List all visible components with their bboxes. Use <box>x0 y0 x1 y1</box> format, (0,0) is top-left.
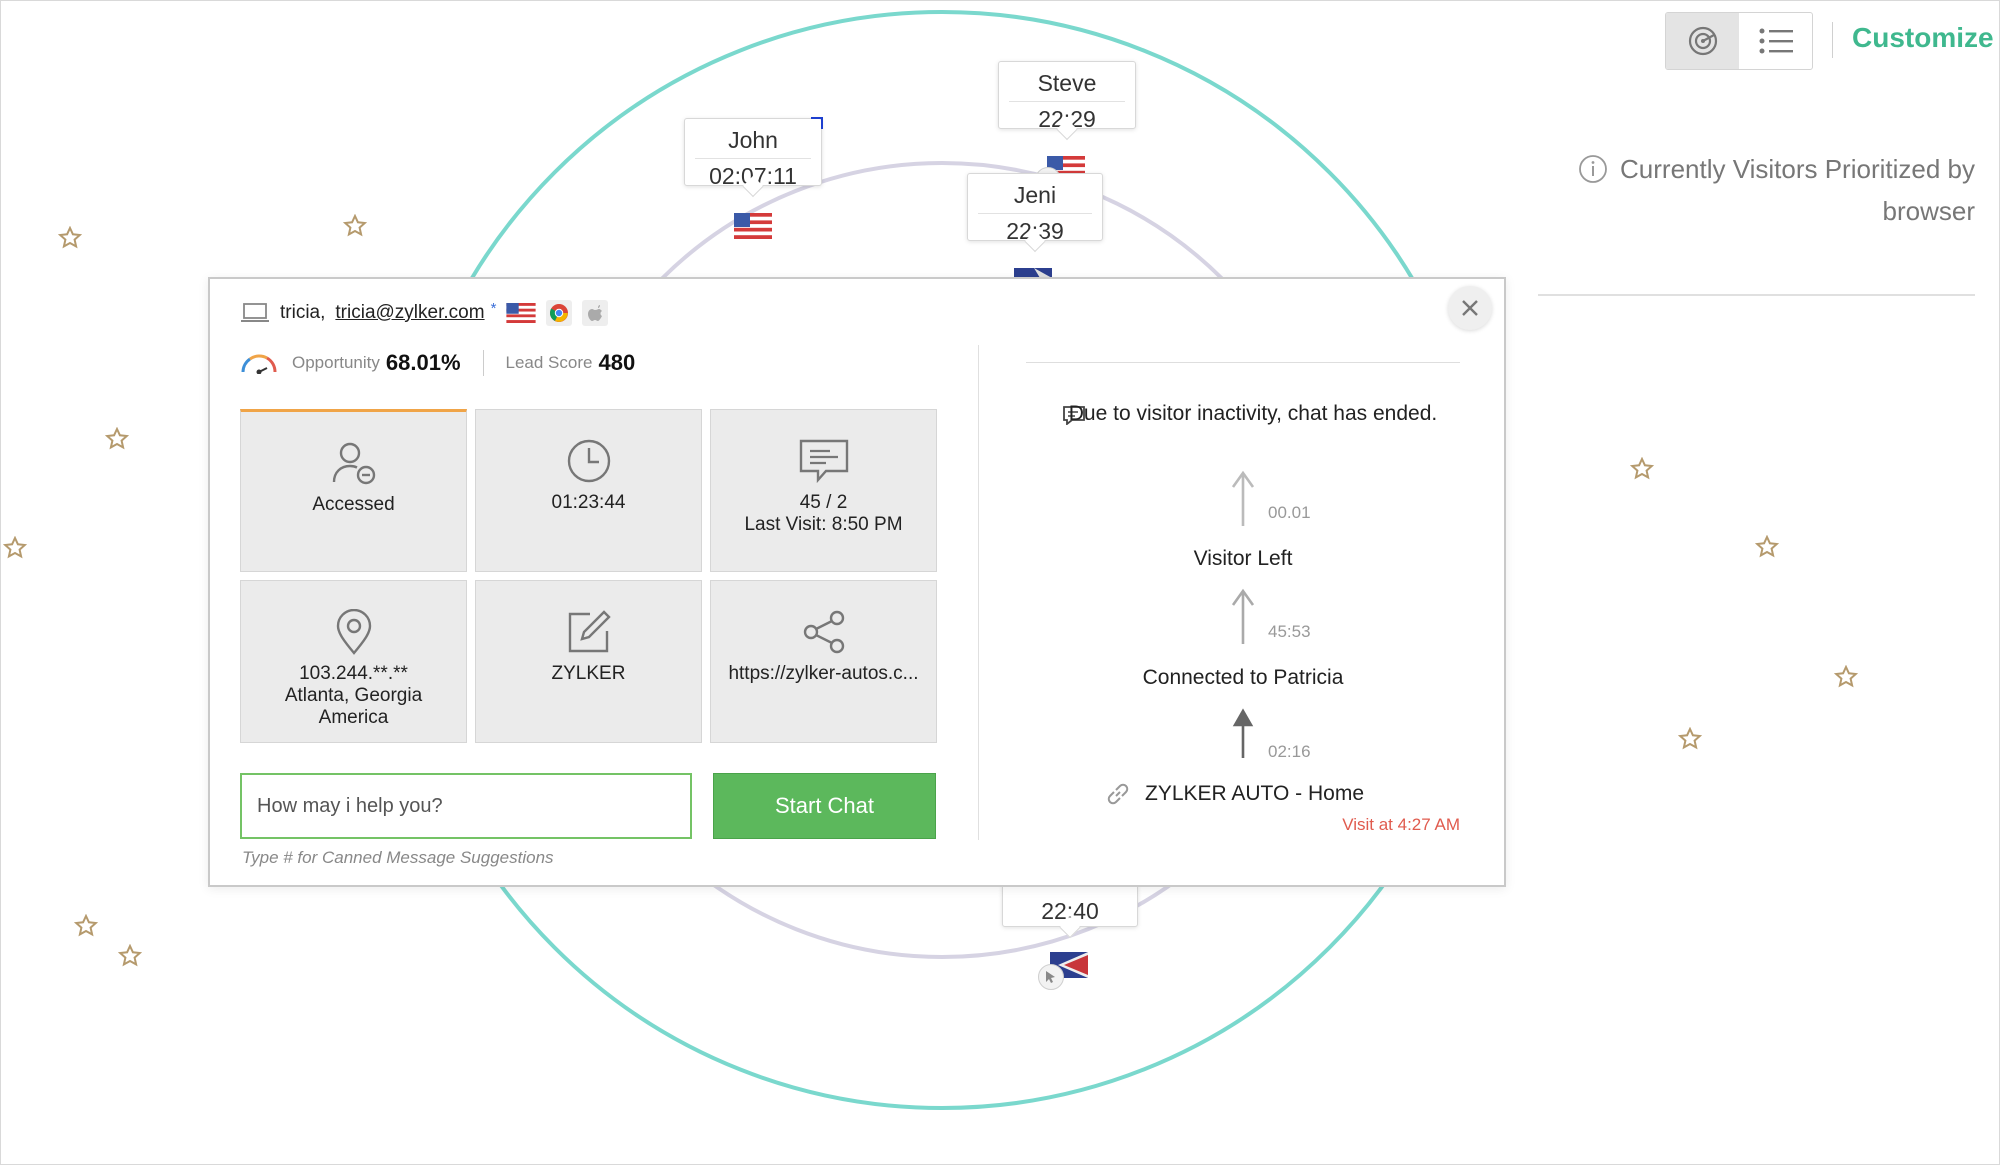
timeline-time: 45:53 <box>1268 622 1311 641</box>
lead-score-label: Lead Score <box>505 353 593 372</box>
tile-referrer[interactable]: https://zylker-autos.c... <box>710 580 937 743</box>
opportunity-value: 68.01% <box>385 350 461 375</box>
close-button[interactable] <box>1448 286 1492 330</box>
visited-page-title[interactable]: ZYLKER AUTO - Home <box>1145 782 1364 806</box>
arrow-up-icon <box>1231 588 1255 644</box>
visitor-tag-steve[interactable]: Steve 22:29 <box>998 61 1136 132</box>
location-icon <box>336 609 371 655</box>
visitor-name: Jeni <box>1013 182 1057 208</box>
visitor-scores: Opportunity 68.01% Lead Score 480 <box>240 350 635 376</box>
visitor-tag-bottom[interactable]: 22:40 <box>1002 883 1138 927</box>
user-minus-icon <box>332 442 375 485</box>
visitor-time: 22:40 <box>1041 898 1099 924</box>
star-icon[interactable] <box>105 427 129 451</box>
tile-label: Accessed <box>312 494 395 515</box>
visit-time: Visit at 4:27 AM <box>1342 815 1460 834</box>
tile-label: America <box>318 707 389 728</box>
opportunity-label: Opportunity <box>292 353 380 372</box>
toolbar-divider <box>1832 22 1833 58</box>
chat-ended-message: Due to visitor inactivity, chat has ende… <box>1068 402 1438 425</box>
laptop-icon <box>241 303 269 322</box>
star-icon[interactable] <box>74 914 98 938</box>
visitor-header: tricia, tricia@zylker.com * <box>240 299 609 326</box>
arrow-up-icon <box>1232 708 1254 758</box>
timeline-divider <box>1026 362 1460 363</box>
chrome-icon <box>546 300 573 326</box>
timeline-time: 00.01 <box>1268 503 1311 522</box>
priority-text: Currently Visitors Prioritized by <box>1620 154 1975 184</box>
tile-location[interactable]: 103.244.**.** Atlanta, Georgia America <box>240 580 467 743</box>
priority-criteria: browser <box>1882 196 1975 226</box>
tile-label: 01:23:44 <box>551 492 626 513</box>
visitor-tag-john[interactable]: John 02:07:11 <box>684 118 822 189</box>
tile-label: 45 / 2 <box>799 492 848 513</box>
share-icon <box>803 610 844 654</box>
link-icon <box>1107 783 1129 805</box>
star-icon[interactable] <box>343 214 367 238</box>
tile-label: https://zylker-autos.c... <box>728 663 919 684</box>
visitor-time: 22:39 <box>978 213 1092 245</box>
visitor-name: John <box>728 127 778 153</box>
us-flag-icon <box>506 303 537 323</box>
score-divider <box>482 350 484 376</box>
info-icon <box>1579 155 1607 183</box>
tile-time-on-site[interactable]: 01:23:44 <box>475 409 702 572</box>
visitor-name: tricia, <box>280 302 326 323</box>
visitor-left-event: Visitor Left <box>1193 547 1293 570</box>
star-icon[interactable] <box>3 536 27 560</box>
chat-message-input[interactable]: How may i help you? <box>240 773 692 839</box>
view-toggle <box>1665 12 1813 70</box>
lead-score-value: 480 <box>598 350 636 375</box>
radar-view-button[interactable] <box>1666 13 1739 69</box>
chat-icon <box>799 439 848 484</box>
star-icon[interactable] <box>1755 535 1779 559</box>
list-view-button[interactable] <box>1739 13 1812 69</box>
customize-link[interactable]: Customize <box>1852 22 1994 54</box>
visitor-info-grid: Accessed 01:23:44 45 / 2 Last Visit: 8:5… <box>240 409 937 743</box>
star-icon[interactable] <box>1678 727 1702 751</box>
tile-label: Last Visit: 8:50 PM <box>744 514 903 535</box>
tile-label: ZYLKER <box>551 663 626 684</box>
popup-divider <box>978 345 979 840</box>
arrow-up-icon <box>1231 470 1255 526</box>
star-icon[interactable] <box>118 944 142 968</box>
connected-event: Connected to Patricia <box>1142 666 1344 689</box>
tile-company[interactable]: ZYLKER <box>475 580 702 743</box>
edit-icon <box>568 610 611 653</box>
visitor-time: 02:07:11 <box>695 158 811 190</box>
tile-access-status[interactable]: Accessed <box>240 409 467 572</box>
star-icon[interactable] <box>1630 457 1654 481</box>
close-icon <box>1462 300 1478 316</box>
visited-page-row: ZYLKER AUTO - Home <box>1105 781 1364 807</box>
gauge-icon <box>241 354 277 374</box>
canned-message-hint: Type # for Canned Message Suggestions <box>242 848 554 867</box>
cursor-icon <box>1038 964 1064 990</box>
tile-label: Atlanta, Georgia <box>284 685 423 706</box>
visitor-name: Steve <box>1037 70 1097 96</box>
clock-icon <box>567 439 610 483</box>
start-chat-button[interactable]: Start Chat <box>713 773 936 839</box>
timeline-time: 02:16 <box>1268 742 1311 761</box>
asterisk: * <box>490 299 497 317</box>
star-icon[interactable] <box>58 226 82 250</box>
visitor-email[interactable]: tricia@zylker.com <box>335 302 484 324</box>
chat-input-placeholder: How may i help you? <box>257 794 443 817</box>
radar-icon <box>1688 26 1717 56</box>
priority-info: Currently Visitors Prioritized by browse… <box>1540 148 1975 232</box>
tile-label: 103.244.**.** <box>299 663 408 684</box>
tile-visits[interactable]: 45 / 2 Last Visit: 8:50 PM <box>710 409 937 572</box>
visitor-time: 22:29 <box>1009 101 1125 133</box>
divider <box>1538 294 1975 296</box>
apple-icon <box>582 300 609 326</box>
visitor-tag-jeni[interactable]: Jeni 22:39 <box>967 173 1103 244</box>
list-icon <box>1759 28 1793 54</box>
selection-corner-icon <box>811 117 823 129</box>
star-icon[interactable] <box>1834 665 1858 689</box>
us-flag-icon[interactable] <box>734 213 772 239</box>
